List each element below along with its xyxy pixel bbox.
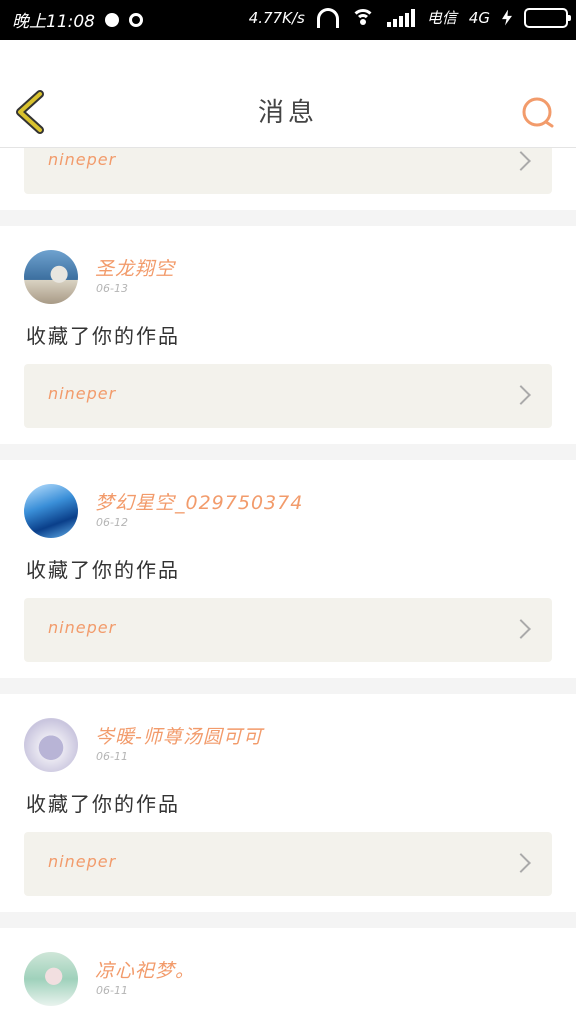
message-date: 06-11 [96,984,128,997]
avatar[interactable] [24,718,78,772]
message-card: 梦幻星空_029750374 06-12 收藏了你的作品 nineper [0,460,576,678]
message-feed[interactable]: nineper 圣龙翔空 06-13 收藏了你的作品 nineper 梦幻星空_… [0,148,576,1024]
user-name[interactable]: 圣龙翔空 [95,254,175,281]
chevron-right-icon [511,853,531,873]
work-title: nineper [48,384,117,403]
message-date: 06-12 [96,516,128,529]
app-header: 消息 [0,40,576,148]
network-type: 4G [468,8,490,27]
status-bar: 晚上11:08 4.77K/s 电信 4G [0,0,576,40]
message-card: nineper [0,148,576,210]
net-speed: 4.77K/s [248,8,305,27]
work-link[interactable]: nineper [24,364,552,428]
work-link[interactable]: nineper [24,598,552,662]
page-title: 消息 [257,98,318,128]
work-title: nineper [48,852,117,871]
notification-icon [105,12,119,27]
status-right: 4.77K/s 电信 4G [248,7,571,28]
battery-icon [524,7,571,28]
chevron-right-icon [511,151,531,171]
avatar[interactable] [24,250,78,304]
avatar[interactable] [24,952,78,1006]
search-button[interactable] [520,95,556,131]
work-link[interactable]: nineper [24,148,552,194]
message-card: 凉心祀梦。 06-11 [0,928,576,1024]
search-icon [522,97,554,128]
chevron-right-icon [511,385,531,405]
avatar[interactable] [24,484,78,538]
message-card: 岑暖-师尊汤圆可可 06-11 收藏了你的作品 nineper [0,694,576,912]
user-name[interactable]: 梦幻星空_029750374 [95,488,303,515]
headset-icon [316,7,339,28]
message-text: 收藏了你的作品 [26,324,180,348]
message-text: 收藏了你的作品 [26,792,180,816]
status-left: 晚上11:08 [12,7,143,32]
work-link[interactable]: nineper [24,832,552,896]
work-title: nineper [48,150,117,169]
work-title: nineper [48,618,117,637]
wifi-icon [350,8,375,27]
signal-icon [386,8,415,27]
app-notification-icon [129,12,143,27]
message-card: 圣龙翔空 06-13 收藏了你的作品 nineper [0,226,576,444]
status-time: 晚上11:08 [12,12,95,32]
chevron-right-icon [511,619,531,639]
carrier-label: 电信 [426,9,457,27]
message-date: 06-13 [96,282,128,295]
user-name[interactable]: 岑暖-师尊汤圆可可 [95,722,263,749]
message-date: 06-11 [96,750,128,763]
charging-icon [502,9,512,26]
message-text: 收藏了你的作品 [26,558,180,582]
user-name[interactable]: 凉心祀梦。 [95,956,195,983]
